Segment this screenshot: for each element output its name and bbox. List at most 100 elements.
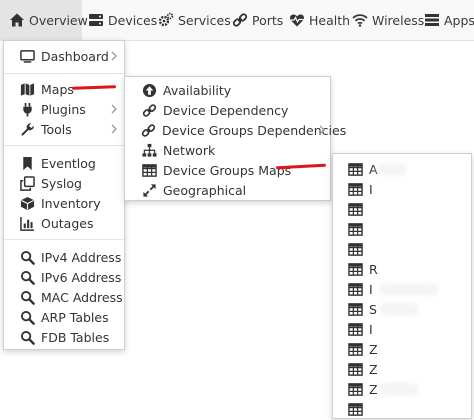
menu-item-device-group[interactable]: R — [333, 259, 471, 279]
menu-item-label: Availability — [163, 82, 232, 98]
menu-item-device-dependency[interactable]: Device Dependency — [125, 100, 330, 120]
table-icon — [347, 361, 363, 377]
home-icon — [9, 12, 25, 28]
search-icon — [19, 269, 35, 285]
menu-item-label: Outages — [41, 215, 94, 231]
nav-devices[interactable]: Devices — [88, 0, 157, 40]
chevron-right-icon — [110, 50, 118, 62]
menu-item-label: IPv6 Address — [41, 269, 122, 285]
menu-item-availability[interactable]: Availability — [125, 80, 330, 100]
menu-item-device-group[interactable] — [333, 399, 471, 419]
menu-item-label: Inventory — [41, 195, 101, 211]
menu-item-label: Z — [369, 361, 378, 377]
nav-services[interactable]: Services — [158, 0, 231, 40]
menu-item-label: Geographical — [163, 182, 247, 198]
menu-item-device-group[interactable] — [333, 219, 471, 239]
nav-overview[interactable]: Overview — [0, 0, 88, 40]
wrench-icon — [19, 121, 35, 137]
menu-item-maps[interactable]: Maps — [4, 79, 124, 99]
redacted-text — [377, 163, 407, 175]
menu-item-ipv4-address[interactable]: IPv4 Address — [4, 247, 124, 267]
menu-item-mac-address[interactable]: MAC Address — [4, 287, 124, 307]
bar-chart-icon — [19, 215, 35, 231]
menu-item-label: FDB Tables — [41, 329, 110, 345]
table-icon — [347, 341, 363, 357]
heartbeat-icon — [289, 12, 305, 28]
table-icon — [141, 162, 157, 178]
map-icon — [19, 81, 35, 97]
nav-services-label: Services — [178, 12, 231, 28]
clone-icon — [19, 175, 35, 191]
menu-item-arp-tables[interactable]: ARP Tables — [4, 307, 124, 327]
menu-item-network[interactable]: Network — [125, 140, 330, 160]
menu-item-outages[interactable]: Outages — [4, 213, 124, 233]
nav-wireless-label: Wireless — [372, 12, 425, 28]
menu-item-label: S — [369, 301, 377, 317]
redacted-text — [379, 303, 419, 315]
tv-icon — [19, 48, 35, 64]
nav-apps-label: Apps — [444, 12, 474, 28]
menu-item-device-group[interactable]: Z — [333, 359, 471, 379]
table-icon — [347, 181, 363, 197]
menu-item-label: I — [369, 181, 373, 197]
nav-apps[interactable]: Apps — [424, 0, 474, 40]
menu-item-label: ARP Tables — [41, 309, 109, 325]
table-icon — [347, 161, 363, 177]
wifi-icon — [352, 12, 368, 28]
nav-ports[interactable]: Ports — [232, 0, 283, 40]
menu-item-device-groups-maps[interactable]: Device Groups Maps — [125, 160, 330, 180]
menu-item-plugins[interactable]: Plugins — [4, 99, 124, 119]
table-icon — [347, 241, 363, 257]
table-icon — [347, 301, 363, 317]
chain-icon — [141, 102, 157, 118]
nav-wireless[interactable]: Wireless — [352, 0, 424, 40]
nav-overview-label: Overview — [29, 12, 88, 28]
expand-icon — [141, 182, 157, 198]
chevron-right-icon — [110, 103, 118, 115]
menu-item-device-group[interactable]: Z — [333, 339, 471, 359]
table-icon — [347, 281, 363, 297]
server-icon — [88, 12, 104, 28]
menu-item-label: Eventlog — [41, 155, 96, 171]
menu-item-label: IPv4 Address — [41, 249, 122, 265]
menu-item-dashboard[interactable]: Dashboard — [4, 46, 124, 66]
search-icon — [19, 249, 35, 265]
nav-health-label: Health — [309, 12, 351, 28]
menu-item-device-groups-dependencies[interactable]: Device Groups Dependencies — [125, 120, 346, 140]
arrow-circle-up-icon — [141, 82, 157, 98]
cogs-icon — [158, 12, 174, 28]
menu-item-label: Device Groups Maps — [163, 162, 292, 178]
menu-divider — [4, 73, 124, 74]
plug-icon — [19, 101, 35, 117]
menu-divider — [4, 145, 124, 146]
menu-item-eventlog[interactable]: Eventlog — [4, 153, 124, 173]
menu-item-label: I — [369, 281, 373, 297]
menu-item-geographical[interactable]: Geographical — [125, 180, 330, 200]
menu-item-label: Tools — [41, 121, 72, 137]
menu-item-tools[interactable]: Tools — [4, 119, 124, 139]
menu-item-device-group[interactable]: I — [333, 179, 471, 199]
menu-item-device-group[interactable]: I — [333, 319, 471, 339]
menu-item-device-group[interactable] — [333, 239, 471, 259]
menu-item-ipv6-address[interactable]: IPv6 Address — [4, 267, 124, 287]
menu-item-inventory[interactable]: Inventory — [4, 193, 124, 213]
menu-item-fdb-tables[interactable]: FDB Tables — [4, 327, 124, 347]
table-icon — [347, 221, 363, 237]
search-icon — [19, 289, 35, 305]
menu-item-label: Maps — [41, 81, 74, 97]
menu-item-label: Syslog — [41, 175, 82, 191]
nav-devices-label: Devices — [108, 12, 158, 28]
chevron-right-icon — [110, 123, 118, 135]
menu-item-device-group[interactable] — [333, 199, 471, 219]
nav-health[interactable]: Health — [289, 0, 350, 40]
search-icon — [19, 329, 35, 345]
chain-icon — [141, 122, 156, 138]
menu-item-label: R — [369, 261, 378, 277]
redacted-text — [379, 283, 439, 295]
menu-item-label: Device Dependency — [163, 102, 289, 118]
menu-item-syslog[interactable]: Syslog — [4, 173, 124, 193]
tasks-icon — [424, 12, 440, 28]
table-icon — [347, 401, 363, 417]
table-icon — [347, 201, 363, 217]
menu-item-label: Z — [369, 341, 378, 357]
